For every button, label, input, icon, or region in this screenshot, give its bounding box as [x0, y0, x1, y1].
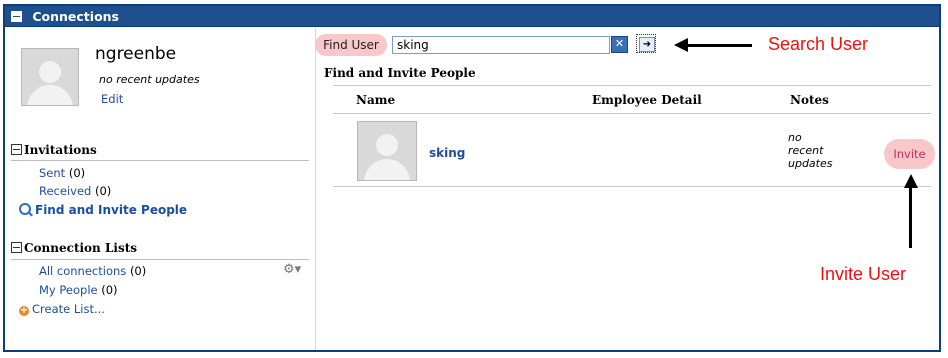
column-header-employee-detail: Employee Detail: [592, 93, 702, 107]
clear-icon[interactable]: ✕: [611, 36, 628, 53]
create-list-link[interactable]: + Create List...: [19, 302, 105, 316]
invitations-received[interactable]: Received (0): [39, 184, 111, 198]
magnifier-icon: [19, 203, 31, 215]
find-user-label: Find User: [315, 34, 387, 56]
annotation-search-user: Search User: [768, 34, 869, 54]
result-notes: no recent updates: [788, 131, 833, 170]
search-input[interactable]: sking: [392, 36, 610, 54]
search-go-button[interactable]: ➜: [636, 34, 656, 53]
annotation-arrow: [686, 44, 752, 47]
column-header-notes: Notes: [790, 93, 829, 107]
divider: [11, 160, 309, 161]
go-arrow-icon: ➜: [639, 37, 655, 52]
edit-profile-link[interactable]: Edit: [101, 92, 123, 106]
invitations-sent[interactable]: Sent (0): [39, 166, 85, 180]
invite-button[interactable]: Invite: [884, 139, 935, 169]
widget-title: Connections: [32, 9, 119, 24]
gear-icon[interactable]: ⚙▾: [283, 262, 301, 277]
annotation-arrow: [909, 186, 912, 248]
profile-status: no recent updates: [99, 73, 200, 86]
avatar: [357, 121, 417, 181]
add-icon: +: [19, 305, 29, 316]
all-connections[interactable]: All connections (0): [39, 264, 146, 278]
annotation-invite-user: Invite User: [820, 264, 907, 284]
invitations-heading[interactable]: Invitations: [11, 143, 97, 157]
result-name-link[interactable]: sking: [429, 146, 465, 160]
collapse-icon[interactable]: [11, 144, 22, 155]
results-title: Find and Invite People: [324, 66, 476, 80]
divider: [333, 186, 931, 187]
divider: [333, 85, 931, 86]
collapse-icon[interactable]: [11, 11, 22, 22]
column-header-name: Name: [356, 93, 396, 107]
find-and-invite-people-link[interactable]: Find and Invite People: [19, 203, 187, 217]
my-people[interactable]: My People (0): [39, 283, 118, 297]
collapse-icon[interactable]: [11, 242, 22, 253]
avatar: [21, 48, 79, 106]
profile-username: ngreenbe: [95, 44, 177, 64]
divider: [11, 259, 309, 260]
connections-widget: Connections ngreenbe no recent updates E…: [3, 4, 941, 352]
divider: [333, 113, 931, 114]
profile-panel: ngreenbe no recent updates Edit Invitati…: [5, 28, 316, 350]
connection-lists-heading[interactable]: Connection Lists: [11, 241, 137, 255]
widget-titlebar: Connections: [5, 6, 939, 27]
